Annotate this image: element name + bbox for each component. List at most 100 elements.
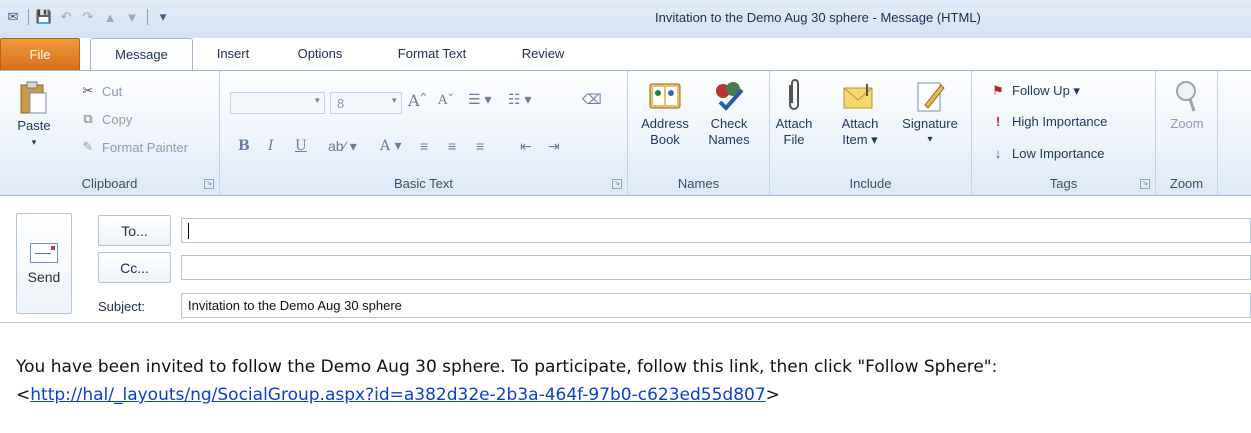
cc-field[interactable] [181, 255, 1251, 280]
check-names-label-1: Check [710, 116, 748, 131]
paste-icon [17, 81, 51, 115]
decrease-indent-icon[interactable]: ⇤ [520, 138, 532, 155]
ribbon: Paste ▾ ✂ Cut ⧉ Copy ✎ Format Painter Cl… [0, 70, 1251, 196]
tab-format-text[interactable]: Format Text [377, 38, 487, 70]
follow-up-label: Follow Up ▾ [1012, 83, 1080, 98]
align-center-icon[interactable]: ≡ [448, 138, 456, 154]
undo-icon[interactable]: ↶ [57, 8, 75, 26]
tags-launcher-icon[interactable]: ↘ [1140, 179, 1150, 189]
to-button[interactable]: To... [98, 215, 171, 246]
sphere-link[interactable]: http://hal/_layouts/ng/SocialGroup.aspx?… [30, 385, 765, 405]
check-names-button[interactable]: Check Names [700, 79, 758, 148]
basic-text-group: ▾ 8 ▾ Aˆ Aˇ ☰ ▾ ☷ ▾ ⌫ B I U ab⁄ ▾ A ▾ ≡ … [220, 71, 628, 195]
link-close-bracket: > [765, 385, 780, 405]
zoom-group-label: Zoom [1169, 176, 1204, 191]
tab-insert[interactable]: Insert [203, 38, 263, 70]
cc-button[interactable]: Cc... [98, 252, 171, 283]
highlight-icon[interactable]: ab⁄ ▾ [328, 138, 357, 155]
address-book-label-2: Book [650, 132, 680, 147]
message-header: Send To... Cc... Subject: Invitation to … [0, 196, 1251, 322]
attach-file-button[interactable]: Attach File [774, 79, 814, 148]
scissors-icon: ✂ [82, 83, 94, 98]
clipboard-group-label: Clipboard [81, 176, 138, 191]
send-button[interactable]: Send [16, 213, 72, 314]
toolbar-separator [28, 9, 29, 25]
message-body[interactable]: You have been invited to follow the Demo… [0, 322, 1251, 433]
next-item-icon[interactable]: ▼ [123, 8, 141, 26]
envelope-icon [843, 79, 877, 113]
address-book-icon [648, 79, 682, 113]
bold-button[interactable]: B [238, 138, 250, 154]
follow-up-button[interactable]: ⚑ Follow Up ▾ [990, 83, 1080, 99]
cut-button[interactable]: ✂ Cut [80, 83, 123, 99]
copy-icon: ⧉ [83, 111, 93, 126]
increase-indent-icon[interactable]: ⇥ [548, 138, 560, 155]
grow-font-button[interactable]: Aˆ [408, 91, 428, 110]
tab-review[interactable]: Review [503, 38, 583, 70]
body-line-1: You have been invited to follow the Demo… [16, 357, 998, 377]
font-size-value: 8 [337, 96, 345, 111]
high-importance-button[interactable]: ! High Importance [990, 113, 1108, 129]
underline-button[interactable]: U [295, 138, 307, 154]
subject-label: Subject: [98, 299, 145, 314]
numbering-icon[interactable]: ☷ ▾ [508, 91, 531, 108]
attach-item-label-1: Attach [841, 116, 879, 131]
previous-item-icon[interactable]: ▲ [101, 8, 119, 26]
check-names-label-2: Names [708, 132, 750, 147]
signature-button[interactable]: Signature ▾ [894, 79, 966, 148]
names-group: Address Book Check Names Names [628, 71, 770, 195]
include-group-label: Include [849, 176, 892, 191]
format-painter-button[interactable]: ✎ Format Painter [80, 139, 188, 155]
clipboard-launcher-icon[interactable]: ↘ [204, 179, 214, 189]
outlook-icon[interactable]: ✉ [4, 8, 22, 26]
subject-field[interactable]: Invitation to the Demo Aug 30 sphere [181, 293, 1251, 318]
shrink-font-button[interactable]: Aˇ [438, 93, 454, 108]
attach-item-label-2: Item ▾ [842, 132, 878, 147]
attach-item-button[interactable]: Attach Item ▾ [832, 79, 888, 148]
signature-label-1: Signature [902, 116, 958, 131]
text-caret [188, 222, 189, 239]
window-title: Invitation to the Demo Aug 30 sphere - M… [655, 10, 981, 25]
address-book-label-1: Address [641, 116, 689, 131]
align-left-icon[interactable]: ≡ [420, 138, 428, 154]
customize-qat-icon[interactable]: ▾ [154, 8, 172, 26]
font-name-combo[interactable] [230, 92, 325, 114]
paste-button[interactable]: Paste ▾ [14, 81, 54, 150]
tags-group: ⚑ Follow Up ▾ ! High Importance ↓ Low Im… [972, 71, 1156, 195]
chevron-down-icon[interactable]: ▾ [392, 95, 397, 106]
zoom-button[interactable]: Zoom [1162, 79, 1212, 132]
copy-label: Copy [102, 111, 133, 127]
italic-button[interactable]: I [268, 138, 274, 154]
font-color-icon[interactable]: A ▾ [380, 138, 402, 154]
body-line-2: <http://hal/_layouts/ng/SocialGroup.aspx… [16, 381, 997, 409]
bullets-icon[interactable]: ☰ ▾ [468, 91, 491, 108]
paste-label: Paste [17, 118, 51, 133]
chevron-down-icon: ▾ [31, 137, 37, 147]
chevron-down-icon[interactable]: ▾ [315, 95, 320, 106]
tags-group-label: Tags [1049, 176, 1078, 191]
send-label: Send [27, 268, 61, 285]
low-importance-button[interactable]: ↓ Low Importance [990, 145, 1105, 161]
address-book-button[interactable]: Address Book [636, 79, 694, 148]
copy-button[interactable]: ⧉ Copy [80, 111, 132, 127]
clipboard-group: Paste ▾ ✂ Cut ⧉ Copy ✎ Format Painter Cl… [0, 71, 220, 195]
align-right-icon[interactable]: ≡ [476, 138, 484, 154]
tab-message[interactable]: Message [90, 38, 193, 71]
send-envelope-icon [30, 242, 58, 263]
toolbar-separator [147, 9, 148, 25]
to-field[interactable] [181, 218, 1251, 243]
clear-formatting-icon[interactable]: ⌫ [582, 91, 602, 108]
link-open-bracket: < [16, 385, 31, 405]
subject-field-value: Invitation to the Demo Aug 30 sphere [188, 298, 402, 313]
save-icon[interactable]: 💾 [35, 8, 53, 26]
tab-file[interactable]: File [0, 38, 80, 70]
check-names-icon [712, 79, 746, 113]
cc-button-label: Cc... [120, 259, 149, 276]
tab-options[interactable]: Options [280, 38, 360, 70]
basic-text-launcher-icon[interactable]: ↘ [612, 179, 622, 189]
flag-icon: ⚑ [992, 83, 1004, 98]
low-importance-label: Low Importance [1012, 145, 1105, 161]
cut-label: Cut [102, 83, 123, 99]
redo-icon[interactable]: ↷ [79, 8, 97, 26]
signature-icon [913, 79, 947, 113]
